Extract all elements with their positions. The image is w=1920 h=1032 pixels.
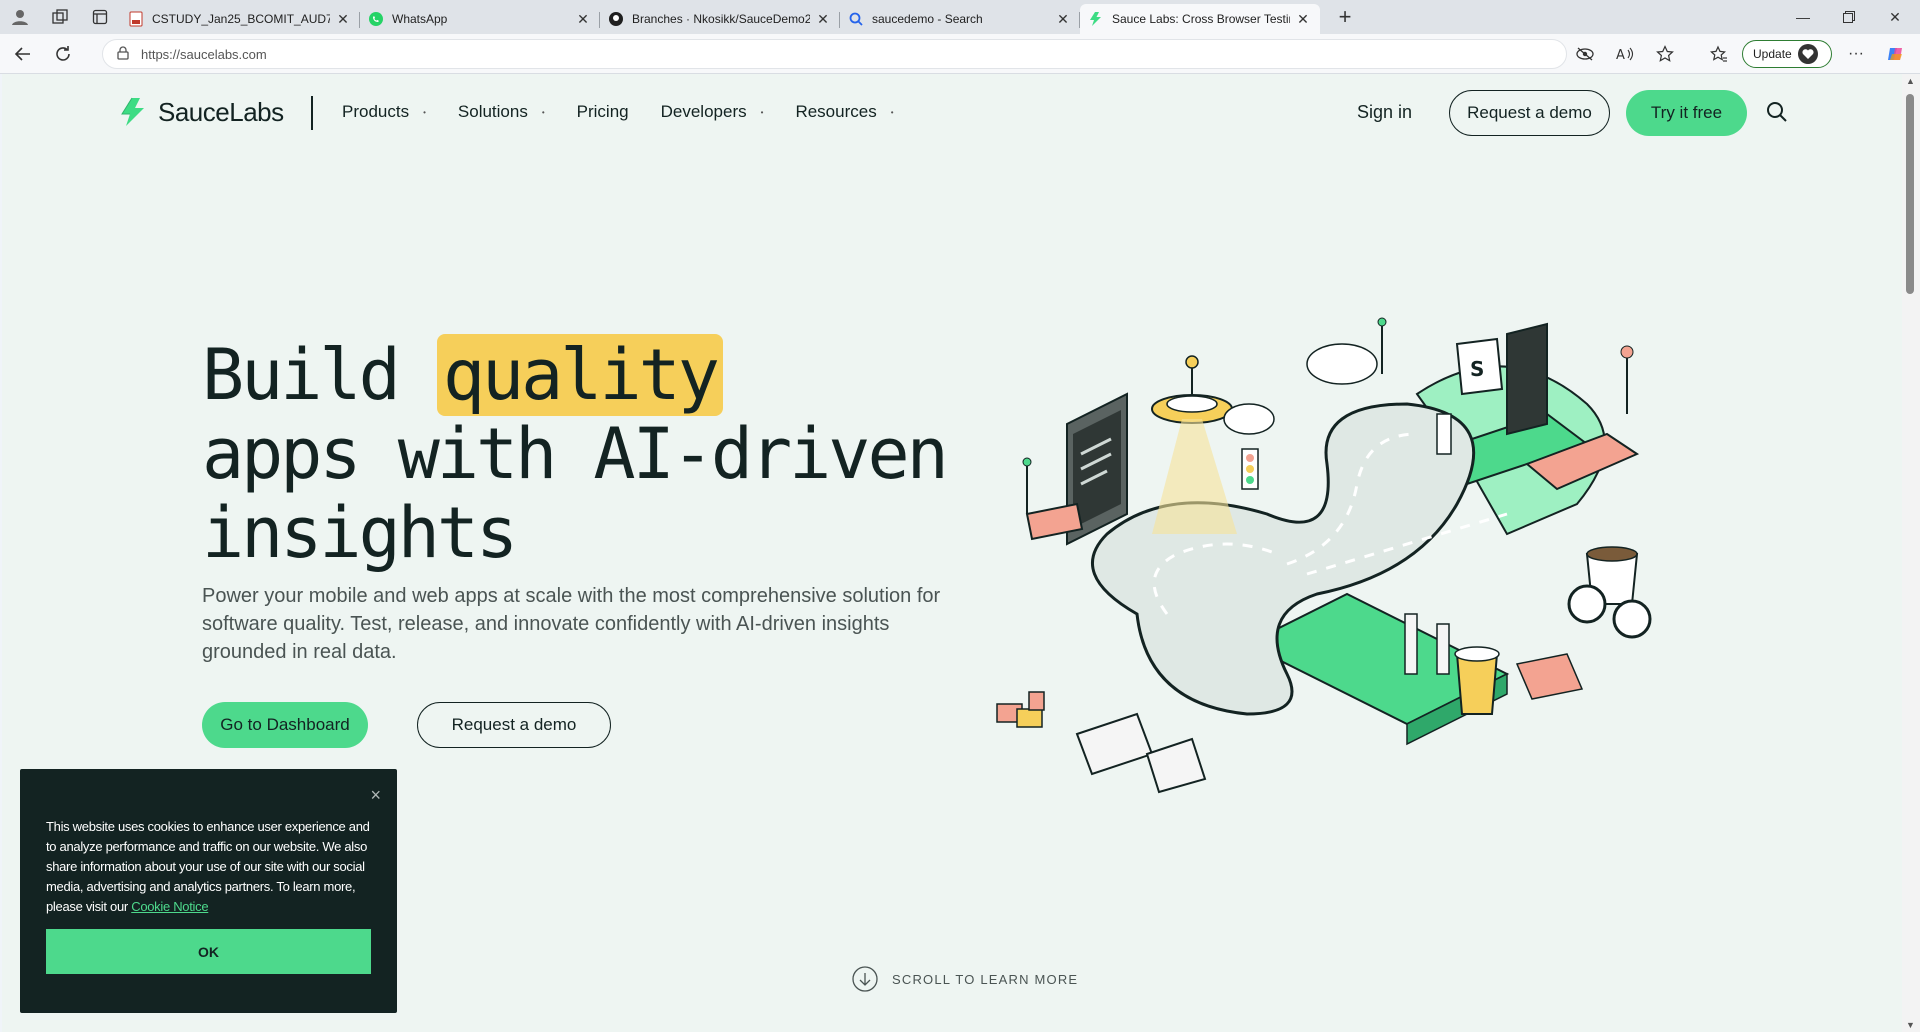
browser-tab[interactable]: CSTUDY_Jan25_BCOMIT_AUD7_Fi ✕ bbox=[120, 4, 360, 34]
saucelabs-logo-icon bbox=[121, 97, 144, 126]
favorite-star-icon[interactable] bbox=[1645, 42, 1685, 66]
tab-label: Branches · Nkosikk/SauceDemo2 bbox=[632, 12, 810, 26]
tab-label: CSTUDY_Jan25_BCOMIT_AUD7_Fi bbox=[152, 12, 330, 26]
svg-text:S: S bbox=[1470, 357, 1484, 381]
update-label: Update bbox=[1753, 47, 1792, 61]
browser-tab[interactable]: Branches · Nkosikk/SauceDemo2 ✕ bbox=[600, 4, 840, 34]
url-field[interactable]: https://saucelabs.com bbox=[102, 39, 1567, 69]
saucelabs-icon bbox=[1088, 11, 1104, 27]
browser-tab[interactable]: Sauce Labs: Cross Browser Testing ✕ bbox=[1080, 4, 1320, 34]
cookie-text: This website uses cookies to enhance use… bbox=[46, 817, 371, 917]
whatsapp-icon bbox=[368, 11, 384, 27]
nav-item-label: Pricing bbox=[576, 102, 629, 121]
chevron-down-icon: • bbox=[890, 107, 894, 117]
search-icon bbox=[848, 11, 864, 27]
nav-item-pricing[interactable]: Pricing bbox=[577, 102, 629, 122]
tracking-prevention-icon[interactable] bbox=[1565, 42, 1605, 66]
tab-close-icon[interactable]: ✕ bbox=[334, 11, 352, 28]
github-icon bbox=[608, 11, 624, 27]
cookie-banner: × This website uses cookies to enhance u… bbox=[20, 769, 397, 1013]
close-window-button[interactable]: ✕ bbox=[1872, 0, 1918, 34]
tab-close-icon[interactable]: ✕ bbox=[1054, 11, 1072, 28]
nav-item-solutions[interactable]: Solutions • bbox=[458, 102, 545, 122]
scroll-to-learn-more[interactable]: SCROLL TO LEARN MORE bbox=[852, 966, 1078, 992]
sign-in-link[interactable]: Sign in bbox=[1357, 102, 1412, 123]
site-header: SauceLabs Products • Solutions • Pricing Deve… bbox=[2, 74, 1902, 154]
logo-text-regular: Sauce bbox=[158, 96, 230, 127]
nav-item-label: Resources bbox=[795, 102, 877, 121]
new-tab-button[interactable]: + bbox=[1328, 2, 1362, 32]
hero-title-line3: insights bbox=[202, 492, 518, 574]
tab-label: Sauce Labs: Cross Browser Testing bbox=[1112, 12, 1290, 26]
logo-divider bbox=[311, 96, 313, 130]
tab-close-icon[interactable]: ✕ bbox=[1294, 11, 1312, 28]
hero-subtitle: Power your mobile and web apps at scale … bbox=[202, 585, 941, 663]
svg-text:A: A bbox=[1616, 48, 1625, 62]
minimize-button[interactable]: — bbox=[1780, 0, 1826, 34]
search-icon[interactable] bbox=[1766, 101, 1788, 128]
saucelabs-logo[interactable]: SauceLabs bbox=[118, 96, 284, 128]
copilot-icon[interactable] bbox=[1876, 42, 1916, 66]
refresh-button[interactable] bbox=[46, 37, 80, 71]
cookie-notice-link[interactable]: Cookie Notice bbox=[131, 899, 208, 914]
browser-tab[interactable]: saucedemo - Search ✕ bbox=[840, 4, 1080, 34]
hero-title-pre: Build bbox=[202, 334, 437, 416]
tab-actions-icon[interactable] bbox=[80, 0, 120, 34]
hero-request-demo-button[interactable]: Request a demo bbox=[417, 702, 611, 748]
tab-close-icon[interactable]: ✕ bbox=[574, 11, 592, 28]
chevron-down-icon: • bbox=[541, 107, 545, 117]
nav-item-label: Products bbox=[342, 102, 410, 121]
scroll-down-arrow-icon[interactable]: ▼ bbox=[1906, 1020, 1915, 1030]
nav-item-resources[interactable]: Resources • bbox=[795, 102, 893, 122]
chevron-down-icon: • bbox=[760, 107, 764, 117]
go-to-dashboard-button[interactable]: Go to Dashboard bbox=[202, 702, 368, 748]
profile-icon[interactable] bbox=[0, 0, 40, 34]
scrollbar-thumb[interactable] bbox=[1906, 94, 1914, 294]
scroll-up-arrow-icon[interactable]: ▲ bbox=[1906, 76, 1915, 86]
hero-title-line2: apps with AI-driven bbox=[202, 413, 949, 495]
restore-button[interactable] bbox=[1826, 0, 1872, 34]
tab-close-icon[interactable]: ✕ bbox=[814, 11, 832, 28]
header-request-demo-button[interactable]: Request a demo bbox=[1449, 90, 1610, 136]
nav-item-developers[interactable]: Developers • bbox=[661, 102, 764, 122]
workspaces-icon[interactable] bbox=[40, 0, 80, 34]
cookie-ok-button[interactable]: OK bbox=[46, 929, 371, 974]
cookie-close-button[interactable]: × bbox=[370, 785, 381, 806]
scroll-hint-label: SCROLL TO LEARN MORE bbox=[892, 971, 1079, 987]
favorites-icon[interactable] bbox=[1699, 42, 1739, 66]
lock-icon[interactable] bbox=[117, 45, 129, 63]
update-button[interactable]: Update bbox=[1742, 40, 1832, 68]
browser-tab[interactable]: WhatsApp ✕ bbox=[360, 4, 600, 34]
hero-illustration: S bbox=[996, 317, 1652, 794]
try-it-free-button[interactable]: Try it free bbox=[1626, 90, 1747, 136]
arrow-down-circle-icon bbox=[852, 966, 878, 992]
tab-label: WhatsApp bbox=[392, 12, 448, 26]
hero-title: Build quality apps with AI-driven insigh… bbox=[202, 334, 962, 574]
back-button[interactable] bbox=[6, 37, 40, 71]
logo-text-bold: Labs bbox=[229, 96, 284, 127]
nav-item-label: Developers bbox=[660, 102, 747, 121]
nav-item-label: Solutions bbox=[457, 102, 528, 121]
address-toolbar: https://saucelabs.com A Update ··· bbox=[0, 34, 1920, 74]
heart-icon bbox=[1797, 44, 1818, 64]
chevron-down-icon: • bbox=[423, 107, 426, 117]
logo-text: SauceLabs bbox=[158, 97, 284, 128]
url-text: https://saucelabs.com bbox=[141, 46, 267, 62]
read-aloud-icon[interactable]: A bbox=[1605, 42, 1645, 66]
web-page: SauceLabs Products • Solutions • Pricing Deve… bbox=[2, 74, 1902, 1032]
more-options-icon[interactable]: ··· bbox=[1836, 42, 1876, 66]
nav-item-products[interactable]: Products • bbox=[342, 102, 426, 122]
browser-tab-bar: CSTUDY_Jan25_BCOMIT_AUD7_Fi ✕ WhatsApp ✕ Bra… bbox=[0, 0, 1920, 34]
pdf-icon bbox=[128, 11, 144, 27]
tab-label: saucedemo - Search bbox=[872, 12, 983, 26]
hero-title-highlight: quality bbox=[436, 334, 723, 416]
page-scrollbar[interactable]: ▲ ▼ bbox=[1902, 74, 1920, 1032]
main-nav: Products • Solutions • Pricing Developers • Res… bbox=[342, 102, 926, 122]
